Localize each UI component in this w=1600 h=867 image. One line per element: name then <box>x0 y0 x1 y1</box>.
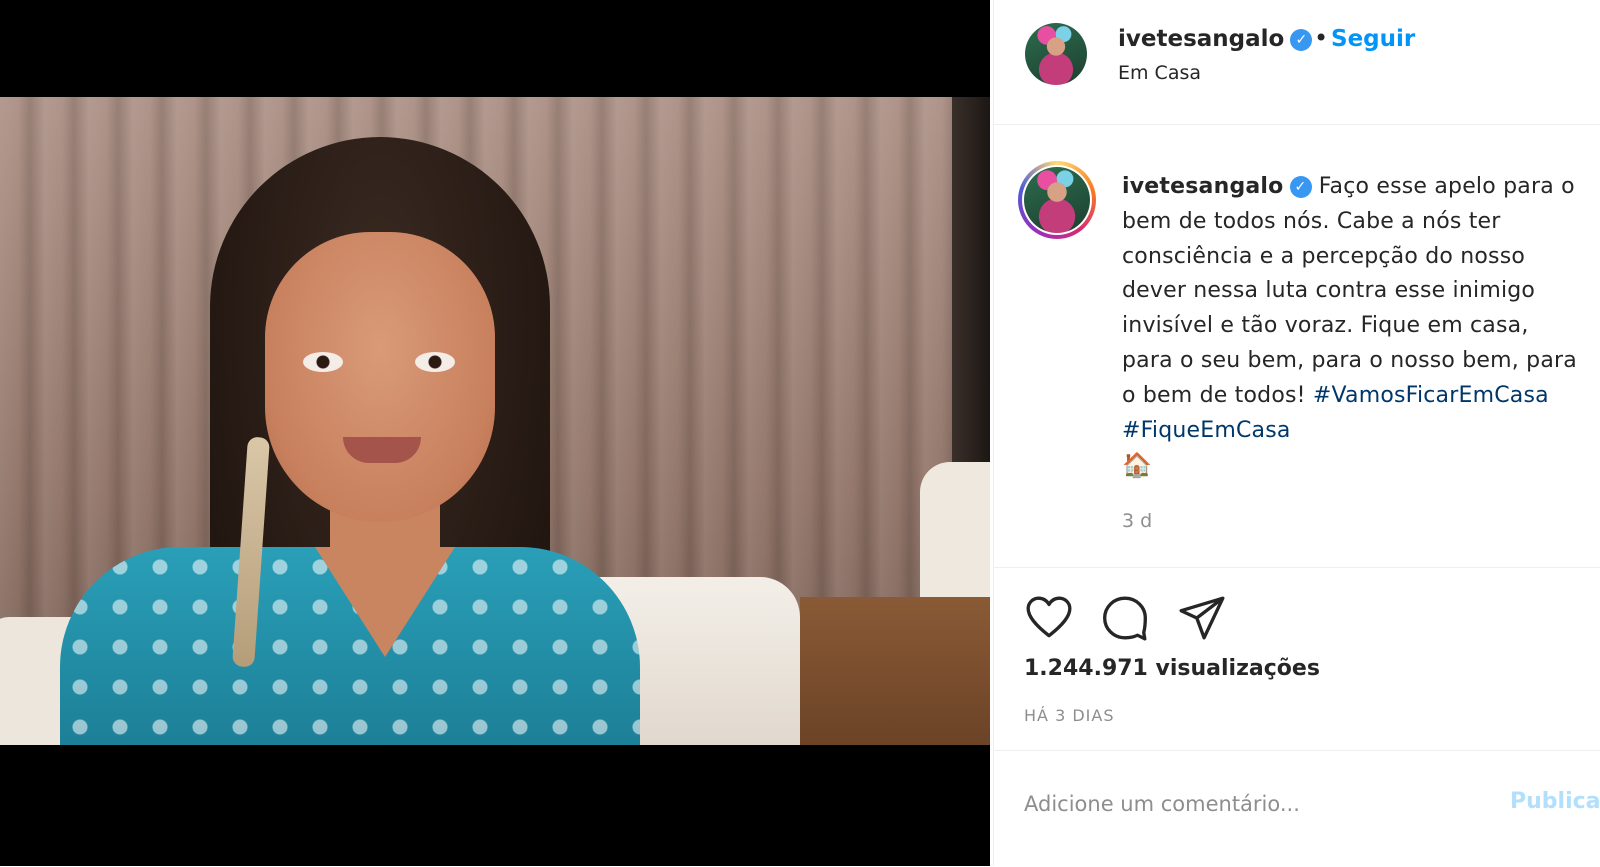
video-player[interactable] <box>0 0 990 866</box>
hashtag-link[interactable]: #VamosFicarEmCasa <box>1313 383 1549 408</box>
caption-avatar[interactable] <box>1024 167 1090 233</box>
caption-text: ivetesangalo ✓ Faço esse apelo para o bem… <box>1122 170 1582 485</box>
house-emoji-icon: 🏠 <box>1122 451 1153 480</box>
side-table <box>800 597 990 745</box>
follow-button[interactable]: Seguir <box>1331 26 1415 52</box>
hashtag-link[interactable]: #FiqueEmCasa <box>1122 418 1291 443</box>
heart-icon[interactable] <box>1024 593 1074 643</box>
avatar[interactable] <box>1025 23 1087 85</box>
post-header: ivetesangalo ✓ • Seguir Em Casa <box>994 0 1600 125</box>
person-figure <box>60 137 640 745</box>
caption-area: ivetesangalo ✓ Faço esse apelo para o bem… <box>994 125 1600 568</box>
separator-dot: • <box>1314 24 1329 52</box>
post-details-panel: ivetesangalo ✓ • Seguir Em Casa ivetesang… <box>993 0 1600 866</box>
comment-input[interactable] <box>1022 781 1496 827</box>
header-username[interactable]: ivetesangalo ✓ <box>1118 26 1313 52</box>
verified-badge-icon: ✓ <box>1289 176 1312 198</box>
views-count[interactable]: 1.244.971 visualizações <box>1024 656 1320 681</box>
right-eye <box>415 352 455 372</box>
location-link[interactable]: Em Casa <box>1118 62 1201 84</box>
caption-username[interactable]: ivetesangalo <box>1122 174 1284 199</box>
share-icon[interactable] <box>1177 593 1227 643</box>
post-date: HÁ 3 DIAS <box>1024 706 1115 725</box>
caption-body: Faço esse apelo para o bem de todos nós.… <box>1122 174 1577 408</box>
caption-time: 3 d <box>1122 510 1153 532</box>
action-bar <box>994 585 1600 645</box>
video-frame[interactable] <box>0 97 990 745</box>
left-eye <box>303 352 343 372</box>
publish-button[interactable]: Publicar <box>1510 789 1600 814</box>
header-username-text[interactable]: ivetesangalo <box>1118 26 1284 52</box>
comment-icon[interactable] <box>1100 593 1150 643</box>
comment-bar: Publicar <box>994 750 1600 867</box>
mouth <box>343 437 421 463</box>
face <box>265 232 495 522</box>
verified-badge-icon: ✓ <box>1290 29 1313 51</box>
lamp-shade <box>920 462 990 612</box>
blouse-neckline <box>315 547 455 657</box>
